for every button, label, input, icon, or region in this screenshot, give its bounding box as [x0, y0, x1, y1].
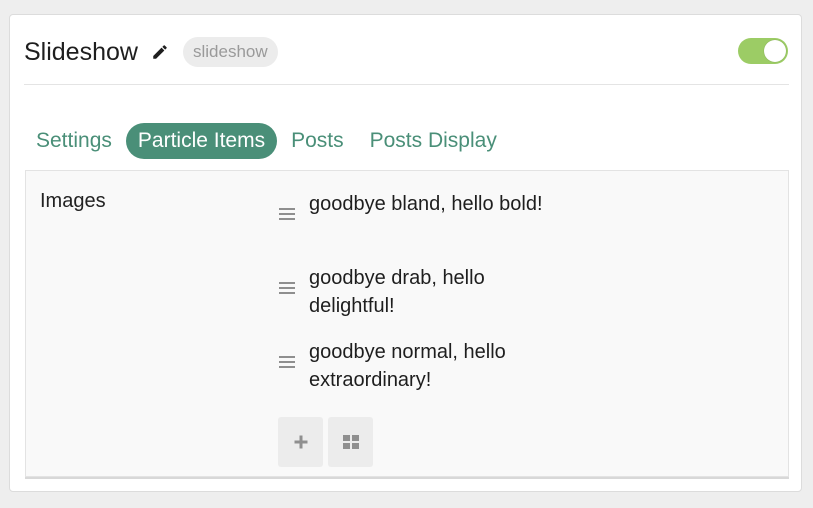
item-title: goodbye normal, hello extraordinary! — [309, 341, 506, 391]
item-title: goodbye bland, hello bold! — [309, 193, 543, 215]
tab-bar: Settings Particle Items Posts Posts Disp… — [24, 123, 511, 159]
enabled-toggle[interactable] — [738, 38, 788, 64]
slug-badge: slideshow — [183, 37, 278, 67]
drag-handle-icon[interactable] — [279, 356, 296, 384]
particle-items-panel: Images goodbye bland, hello bold! goodby… — [25, 170, 789, 477]
images-label: Images — [40, 190, 106, 212]
tab-posts-display[interactable]: Posts Display — [358, 123, 509, 159]
grid-icon — [342, 435, 359, 449]
list-item[interactable]: goodbye drab, hello delightful! — [279, 264, 549, 320]
particle-card: Slideshow slideshow Settings Particle It… — [9, 14, 802, 492]
tab-posts[interactable]: Posts — [279, 123, 356, 159]
particle-title: Slideshow — [24, 38, 138, 66]
header-divider — [24, 84, 789, 85]
list-item[interactable]: goodbye normal, hello extraordinary! — [279, 338, 549, 394]
add-item-button[interactable] — [278, 417, 323, 467]
pencil-icon[interactable] — [151, 43, 169, 61]
tab-particle-items[interactable]: Particle Items — [125, 123, 278, 159]
panel-bottom-border — [25, 477, 789, 479]
collection-view-button[interactable] — [328, 417, 373, 467]
list-item[interactable]: goodbye bland, hello bold! — [279, 190, 549, 236]
toggle-knob — [764, 40, 786, 62]
drag-handle-icon[interactable] — [279, 282, 296, 310]
drag-handle-icon[interactable] — [279, 208, 296, 236]
item-title: goodbye drab, hello delightful! — [309, 267, 485, 317]
tab-settings[interactable]: Settings — [24, 123, 124, 159]
plus-icon — [294, 435, 307, 449]
